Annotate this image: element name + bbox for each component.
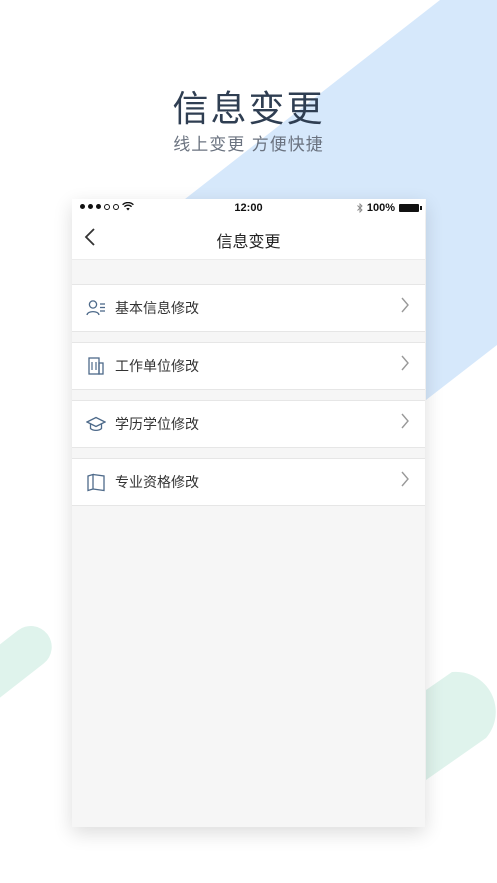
graduation-cap-icon [86,414,106,434]
menu-item-label: 学历学位修改 [115,417,199,433]
nav-title: 信息变更 [216,232,281,251]
menu-item-basic-info[interactable]: 基本信息修改 [72,284,425,332]
menu-item-work-unit[interactable]: 工作单位修改 [72,342,425,390]
book-icon [86,472,106,492]
bluetooth-icon [357,203,363,213]
status-bar: 12:00 100% [72,199,425,219]
menu-item-qualification[interactable]: 专业资格修改 [72,458,425,506]
chevron-right-icon [401,471,409,491]
menu-list: 基本信息修改 工作单位修改 学历学位修改 专业资格修改 [72,284,425,506]
chevron-right-icon [401,413,409,433]
menu-item-label: 基本信息修改 [115,301,199,317]
menu-item-label: 工作单位修改 [115,359,199,375]
chevron-right-icon [401,297,409,317]
menu-item-education[interactable]: 学历学位修改 [72,400,425,448]
building-icon [86,356,106,376]
hero-subtitle: 线上变更 方便快捷 [173,135,324,155]
hero-title: 信息变更 [172,89,325,130]
nav-bar: 信息变更 [72,219,425,260]
battery-percent: 100% [366,202,395,214]
battery-icon [399,204,422,212]
phone-screen: 12:00 100% 信息变更 基本信息修改 工作单位修改 学历学位修改 专业资… [72,199,425,827]
chevron-right-icon [401,355,409,375]
user-profile-icon [86,298,106,318]
status-right: 100% [357,202,422,214]
menu-item-label: 专业资格修改 [115,475,199,491]
